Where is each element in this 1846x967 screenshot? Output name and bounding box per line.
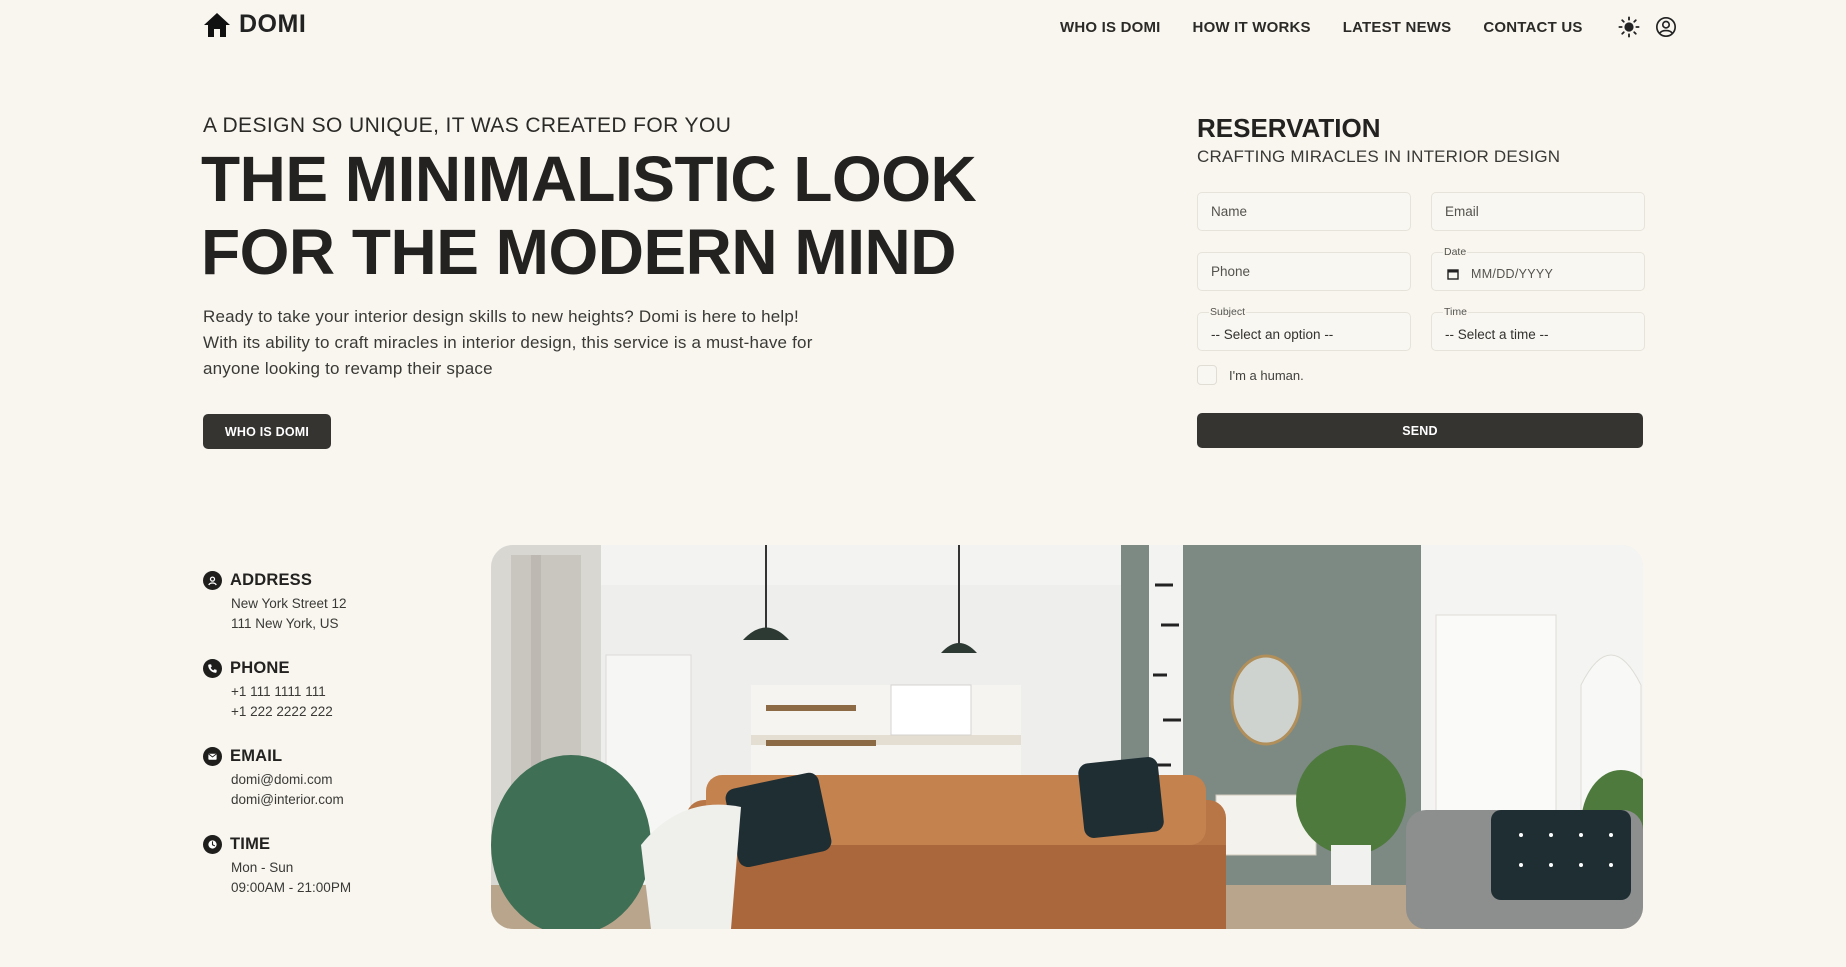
hero-title-line2: FOR THE MODERN MIND <box>201 216 956 288</box>
address-block: ADDRESS New York Street 12 111 New York,… <box>203 571 347 634</box>
reservation-subtitle: CRAFTING MIRACLES IN INTERIOR DESIGN <box>1197 147 1561 166</box>
email-line1: domi@domi.com <box>231 772 333 787</box>
phone-block: PHONE +1 111 1111 111 +1 222 2222 222 <box>203 659 333 722</box>
time-label: Time <box>1443 306 1468 318</box>
house-icon <box>203 11 231 39</box>
logo-text: DOMI <box>239 10 307 38</box>
user-icon[interactable] <box>1655 16 1677 38</box>
hero-title: THE MINIMALISTIC LOOK FOR THE MODERN MIN… <box>201 143 1001 289</box>
main-nav: WHO IS DOMI HOW IT WORKS LATEST NEWS CON… <box>1060 16 1692 38</box>
subject-select[interactable]: Subject -- Select an option -- <box>1197 306 1411 351</box>
time-title: TIME <box>230 835 271 853</box>
clock-icon <box>203 835 222 854</box>
nav-latest-news[interactable]: LATEST NEWS <box>1343 19 1452 36</box>
hero-desc-line1: Ready to take your interior design skill… <box>203 307 799 326</box>
hero-title-line1: THE MINIMALISTIC LOOK <box>201 143 977 215</box>
phone-title: PHONE <box>230 659 290 677</box>
sun-icon[interactable] <box>1618 16 1640 38</box>
phone-icon <box>203 659 222 678</box>
date-label: Date <box>1443 246 1468 258</box>
time-block: TIME Mon - Sun 09:00AM - 21:00PM <box>203 835 351 898</box>
time-value: -- Select a time -- <box>1445 327 1549 342</box>
name-placeholder: Name <box>1211 204 1248 219</box>
address-line2: 111 New York, US <box>231 616 339 631</box>
email-block: EMAIL domi@domi.com domi@interior.com <box>203 747 344 810</box>
hero-desc-line3: anyone looking to revamp their space <box>203 359 493 378</box>
human-check-row: I'm a human. <box>1197 365 1304 385</box>
reservation-title: RESERVATION <box>1197 113 1381 143</box>
who-is-domi-button[interactable]: WHO IS DOMI <box>203 414 331 449</box>
time-select[interactable]: Time -- Select a time -- <box>1431 306 1645 351</box>
nav-contact-us[interactable]: CONTACT US <box>1483 19 1582 36</box>
phone-line1: +1 111 1111 111 <box>231 684 326 699</box>
hero-desc-line2: With its ability to craft miracles in in… <box>203 333 813 352</box>
nav-how-it-works[interactable]: HOW IT WORKS <box>1193 19 1311 36</box>
calendar-icon[interactable] <box>1447 267 1459 280</box>
date-placeholder: MM/DD/YYYY <box>1471 267 1554 281</box>
phone-placeholder: Phone <box>1211 264 1251 279</box>
email-title: EMAIL <box>230 747 283 765</box>
logo[interactable]: DOMI <box>203 10 306 39</box>
email-field[interactable]: Email <box>1431 192 1645 231</box>
subject-label: Subject <box>1209 306 1247 318</box>
send-button[interactable]: SEND <box>1197 413 1643 448</box>
human-checkbox-label[interactable]: I'm a human. <box>1229 368 1304 383</box>
living-room-photo <box>491 545 1643 929</box>
hero-description: Ready to take your interior design skill… <box>203 304 863 382</box>
name-field[interactable]: Name <box>1197 192 1411 231</box>
time-line1: Mon - Sun <box>231 860 294 875</box>
address-line1: New York Street 12 <box>231 596 347 611</box>
location-icon <box>203 571 222 590</box>
email-placeholder: Email <box>1445 204 1479 219</box>
time-line2: 09:00AM - 21:00PM <box>231 880 352 895</box>
mail-icon <box>203 747 222 766</box>
date-field[interactable]: Date MM/DD/YYYY <box>1431 246 1645 291</box>
nav-who-is-domi[interactable]: WHO IS DOMI <box>1060 19 1161 36</box>
email-line2: domi@interior.com <box>231 792 344 807</box>
hero-subtitle: A DESIGN SO UNIQUE, IT WAS CREATED FOR Y… <box>203 114 732 137</box>
phone-line2: +1 222 2222 222 <box>231 704 333 719</box>
phone-field[interactable]: Phone <box>1197 252 1411 291</box>
address-title: ADDRESS <box>230 571 313 589</box>
human-checkbox[interactable] <box>1197 365 1217 385</box>
subject-value: -- Select an option -- <box>1211 327 1334 342</box>
